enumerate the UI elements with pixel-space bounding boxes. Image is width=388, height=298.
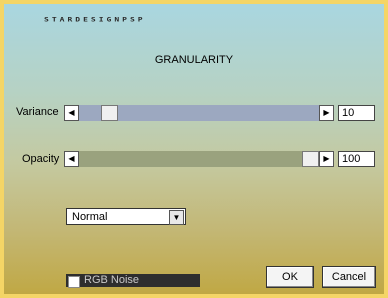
- opacity-track[interactable]: [79, 151, 319, 167]
- arrow-right-icon: ▶: [323, 108, 330, 117]
- granularity-dialog: STARDESIGNPSP GRANULARITY Variance ◀ ▶ 1…: [0, 0, 388, 298]
- brand-logo: STARDESIGNPSP: [44, 16, 146, 24]
- variance-slider[interactable]: ◀ ▶: [64, 105, 334, 121]
- opacity-value-input[interactable]: 100: [338, 151, 375, 167]
- blend-mode-value: Normal: [72, 211, 108, 223]
- cancel-button[interactable]: Cancel: [322, 266, 376, 288]
- rgb-noise-label: RGB Noise: [84, 274, 140, 286]
- ok-button[interactable]: OK: [266, 266, 314, 288]
- variance-track[interactable]: [79, 105, 319, 121]
- variance-thumb[interactable]: [101, 105, 118, 121]
- blend-mode-select[interactable]: Normal ▼: [66, 208, 186, 225]
- variance-label: Variance: [16, 106, 59, 118]
- variance-value-input[interactable]: 10: [338, 105, 375, 121]
- opacity-slider[interactable]: ◀ ▶: [64, 151, 334, 167]
- opacity-label: Opacity: [22, 153, 60, 165]
- arrow-left-icon: ◀: [68, 108, 75, 117]
- dropdown-arrow-button[interactable]: ▼: [169, 210, 184, 225]
- opacity-scroll-left-button[interactable]: ◀: [64, 151, 79, 167]
- arrow-left-icon: ◀: [68, 154, 75, 163]
- rgb-noise-checkbox[interactable]: [68, 276, 80, 288]
- opacity-scroll-right-button[interactable]: ▶: [319, 151, 334, 167]
- opacity-thumb[interactable]: [302, 151, 319, 167]
- variance-scroll-left-button[interactable]: ◀: [64, 105, 79, 121]
- variance-scroll-right-button[interactable]: ▶: [319, 105, 334, 121]
- dialog-panel: STARDESIGNPSP GRANULARITY Variance ◀ ▶ 1…: [4, 4, 384, 294]
- arrow-right-icon: ▶: [323, 154, 330, 163]
- dialog-title: GRANULARITY: [154, 54, 234, 66]
- chevron-down-icon: ▼: [172, 213, 181, 222]
